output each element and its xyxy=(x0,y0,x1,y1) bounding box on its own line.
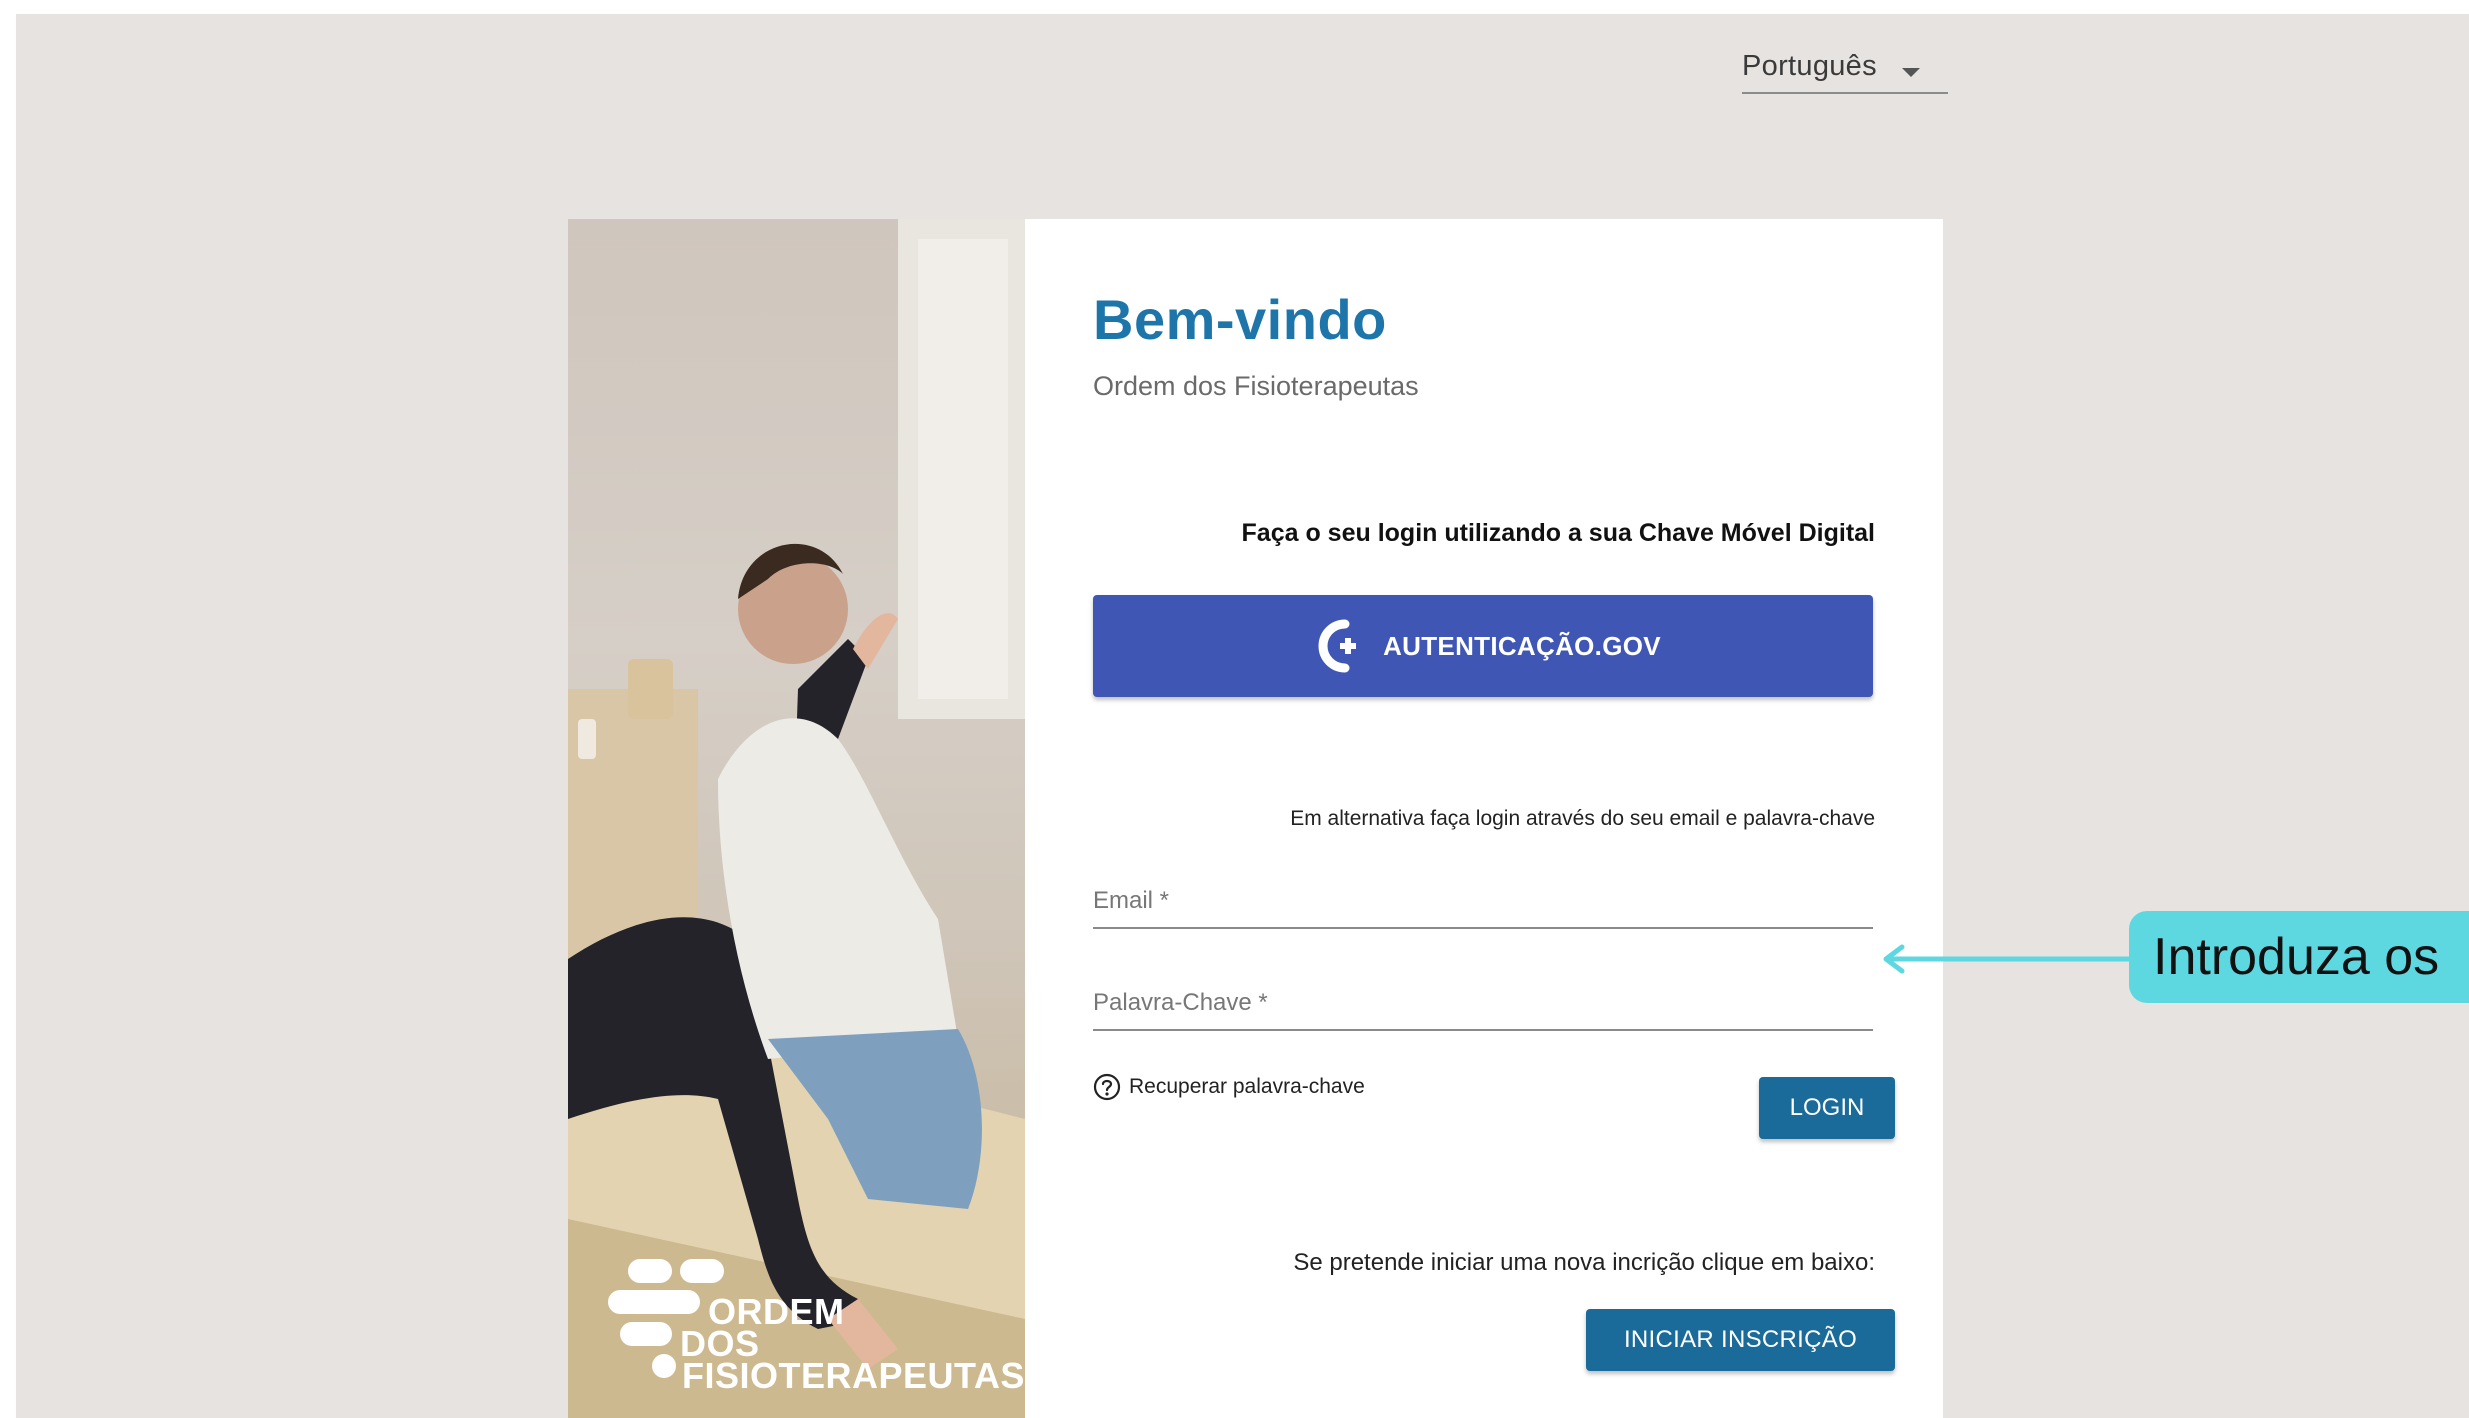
arrow-left-icon xyxy=(1883,944,2134,974)
recover-password-label: Recuperar palavra-chave xyxy=(1129,1075,1365,1098)
login-card: ORDEM DOS FISIOTERAPEUTAS Bem-vindo Orde… xyxy=(568,219,1943,1418)
page-subtitle: Ordem dos Fisioterapeutas xyxy=(1093,371,1419,401)
signup-prompt: Se pretende iniciar uma nova incrição cl… xyxy=(1293,1249,1875,1276)
help-circle-icon xyxy=(1093,1073,1121,1101)
photo-illustration xyxy=(568,219,1025,1418)
chevron-down-icon xyxy=(1902,68,1920,77)
email-input[interactable] xyxy=(1093,887,1873,915)
alternative-login-prompt: Em alternativa faça login através do seu… xyxy=(1290,807,1875,830)
autenticacao-gov-icon xyxy=(1318,619,1357,673)
page-title: Bem-vindo xyxy=(1093,288,1387,351)
email-field[interactable] xyxy=(1093,869,1873,929)
recover-password-link[interactable]: Recuperar palavra-chave xyxy=(1093,1073,1365,1101)
annotation-text: Introduza os xyxy=(2153,928,2440,986)
login-page: Português ORDEM DOS FISIOTERAPEUTAS Bem-… xyxy=(16,14,2469,1418)
logo-text-line-3: FISIOTERAPEUTAS xyxy=(682,1355,1025,1396)
password-field[interactable] xyxy=(1093,971,1873,1031)
physiotherapy-photo: ORDEM DOS FISIOTERAPEUTAS xyxy=(568,219,1025,1418)
language-select[interactable]: Português xyxy=(1742,38,1948,94)
ordem-fisioterapeutas-logo: ORDEM DOS FISIOTERAPEUTAS xyxy=(608,1254,1024,1394)
password-input[interactable] xyxy=(1093,989,1873,1017)
autenticacao-gov-label: AUTENTICAÇÃO.GOV xyxy=(1383,630,1661,661)
start-registration-button[interactable]: INICIAR INSCRIÇÃO xyxy=(1586,1309,1895,1371)
language-selected: Português xyxy=(1742,50,1877,82)
annotation-callout: Introduza os xyxy=(2129,911,2469,1003)
autenticacao-gov-button[interactable]: AUTENTICAÇÃO.GOV xyxy=(1093,595,1873,697)
login-form: Bem-vindo Ordem dos Fisioterapeutas Faça… xyxy=(1025,219,1943,1418)
cmd-prompt: Faça o seu login utilizando a sua Chave … xyxy=(1241,519,1875,547)
login-button[interactable]: LOGIN xyxy=(1759,1077,1895,1139)
